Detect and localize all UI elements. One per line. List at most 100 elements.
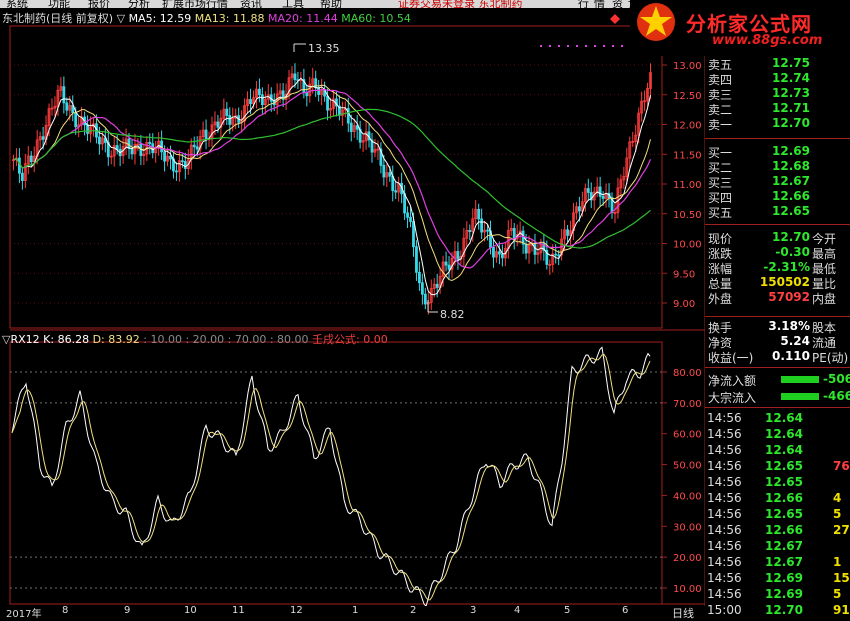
ask-bid-divider bbox=[705, 138, 850, 139]
tick-price: 12.64 bbox=[765, 427, 803, 441]
indicator-axis-label: 20.00 bbox=[673, 553, 702, 564]
orderbook-row: 买四 12.66 bbox=[705, 189, 850, 205]
candle-body bbox=[249, 99, 252, 105]
tick-row: 14:56 12.65 5 bbox=[705, 507, 850, 523]
candle-body bbox=[601, 195, 605, 199]
tick-row: 14:56 12.66 27 bbox=[705, 523, 850, 539]
date-tick: 10 bbox=[184, 605, 197, 616]
row-label: 买五 bbox=[708, 206, 733, 220]
dropdown-icon[interactable]: ▽ bbox=[117, 12, 125, 25]
tick-row: 14:56 12.69 5 bbox=[705, 587, 850, 603]
row-value: 150502 bbox=[759, 275, 810, 289]
period-label[interactable]: 日线 bbox=[672, 605, 694, 621]
row-value: 3.18% bbox=[768, 319, 810, 333]
indicator-axis-label: 60.00 bbox=[673, 430, 702, 441]
price-axis-label: 10.50 bbox=[673, 210, 702, 221]
tick-time: 14:56 bbox=[707, 427, 742, 441]
candle-body bbox=[305, 92, 309, 97]
flow-bar bbox=[781, 393, 819, 400]
tick-time: 14:56 bbox=[707, 491, 742, 505]
candle-body bbox=[175, 170, 178, 173]
candle-body bbox=[477, 208, 481, 220]
orderbook-row: 买五 12.65 bbox=[705, 204, 850, 220]
tick-row: 14:56 12.64 bbox=[705, 427, 850, 443]
tick-row: 14:56 12.67 1 bbox=[705, 555, 850, 571]
candle-body bbox=[420, 282, 424, 295]
candle-body bbox=[169, 155, 172, 160]
price-axis-label: 12.00 bbox=[673, 121, 702, 132]
candle-body bbox=[349, 122, 353, 132]
tick-price: 12.64 bbox=[765, 443, 803, 457]
logo-url: www.88gs.com bbox=[712, 33, 823, 48]
tick-volume: 4 bbox=[833, 491, 842, 505]
quote-row: 总量 150502 量比 bbox=[705, 275, 850, 291]
candle-body bbox=[456, 251, 460, 260]
flow-divider bbox=[705, 407, 850, 408]
candle-body bbox=[412, 221, 415, 248]
indicator-header: ▽RX12 K: 86.28 D: 83.92 : 10.00 : 20.00 … bbox=[2, 331, 388, 347]
price-axis-label: 9.50 bbox=[673, 269, 695, 280]
candle-body bbox=[293, 73, 297, 81]
ma60-label: MA60: 10.54 bbox=[341, 12, 411, 25]
date-tick: 4 bbox=[514, 605, 521, 616]
price-axis-label: 13.00 bbox=[673, 61, 702, 72]
price-axis-label: 11.50 bbox=[673, 150, 702, 161]
stock-name[interactable]: 东北制药(日线 前复权) bbox=[2, 12, 113, 25]
tick-price: 12.66 bbox=[765, 523, 803, 537]
indicator-d: D: 83.92 bbox=[92, 333, 140, 346]
price-chart-header: 东北制药(日线 前复权) ▽ MA5: 12.59 MA13: 11.88 MA… bbox=[2, 10, 411, 26]
tick-time: 14:56 bbox=[707, 459, 742, 473]
tick-row: 14:56 12.66 4 bbox=[705, 491, 850, 507]
price-axis-label: 9.00 bbox=[673, 299, 695, 310]
orderbook-row: 买三 12.67 bbox=[705, 174, 850, 190]
tick-volume: 91 bbox=[833, 603, 850, 617]
indicator-name[interactable]: RX12 bbox=[10, 333, 39, 346]
orderbook-row: 卖四 12.74 bbox=[705, 71, 850, 87]
tick-price: 12.70 bbox=[765, 603, 803, 617]
date-tick: 9 bbox=[124, 605, 131, 616]
candle-body bbox=[533, 243, 537, 255]
candle-body bbox=[180, 160, 184, 163]
flow-row: 大宗流入 -466 bbox=[705, 389, 850, 405]
ma5-label: MA5: 12.59 bbox=[128, 12, 192, 25]
row-value: 0.110 bbox=[772, 349, 810, 363]
marker-dot bbox=[621, 45, 623, 47]
row-extra: 内盘 bbox=[812, 292, 837, 306]
tick-price: 12.67 bbox=[765, 555, 803, 569]
ma13-line bbox=[13, 84, 651, 282]
tick-row: 14:56 12.65 bbox=[705, 475, 850, 491]
quote-divider bbox=[705, 316, 850, 317]
row-label: 外盘 bbox=[708, 292, 733, 306]
marker-dot bbox=[549, 45, 551, 47]
tick-price: 12.65 bbox=[765, 507, 803, 521]
tick-volume: 5 bbox=[833, 507, 842, 521]
tick-price: 12.69 bbox=[765, 571, 803, 585]
date-tick: 3 bbox=[470, 605, 477, 616]
tick-volume: 15 bbox=[833, 571, 850, 585]
tick-time: 15:00 bbox=[707, 603, 742, 617]
date-tick: 6 bbox=[622, 605, 629, 616]
candle-body bbox=[65, 102, 69, 111]
kline-chart[interactable]: 13.00 12.50 12.00 11.50 11.00 10.50 10.00 9.50 9… bbox=[0, 0, 705, 606]
candle-body bbox=[183, 161, 187, 169]
row-value: 5.24 bbox=[780, 334, 810, 348]
tick-time: 14:56 bbox=[707, 555, 742, 569]
tick-time: 14:56 bbox=[707, 523, 742, 537]
candle-body bbox=[524, 243, 528, 254]
candle-body bbox=[130, 148, 134, 155]
candle-body bbox=[86, 124, 89, 134]
candle-body bbox=[486, 229, 489, 232]
date-tick: 1 bbox=[352, 605, 359, 616]
row-value: 12.70 bbox=[772, 116, 810, 130]
row-value: 12.66 bbox=[772, 189, 810, 203]
orderbook-divider bbox=[705, 224, 850, 225]
tick-row: 14:56 12.67 bbox=[705, 539, 850, 555]
candle-body bbox=[20, 172, 24, 181]
tick-time: 14:56 bbox=[707, 507, 742, 521]
indicator-axis-label: 40.00 bbox=[673, 491, 702, 502]
marker-dot bbox=[567, 45, 569, 47]
marker-dot bbox=[558, 45, 560, 47]
tick-volume: 5 bbox=[833, 587, 842, 601]
marker-dot bbox=[612, 45, 614, 47]
tick-price: 12.64 bbox=[765, 411, 803, 425]
